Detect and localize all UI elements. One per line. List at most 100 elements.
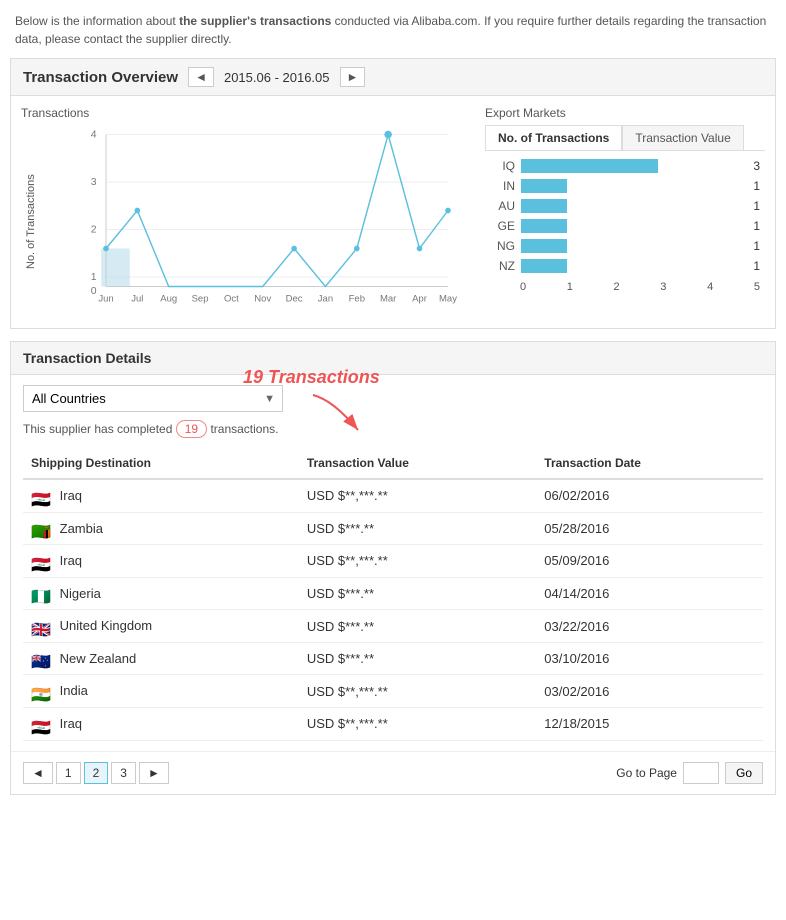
table-row: 🇮🇳 India USD $**,***.** 03/02/2016 [23, 675, 763, 708]
country-select[interactable]: All Countries Iraq Zambia Nigeria United… [23, 385, 283, 412]
country-name-2: Iraq [60, 553, 82, 568]
flag-icon-2: 🇮🇶 [31, 555, 51, 569]
transaction-overview-box: Transaction Overview ◄ 2015.06 - 2016.05… [10, 58, 776, 329]
flag-icon-5: 🇳🇿 [31, 652, 51, 666]
charts-row: Transactions No. of Transactions 4 3 2 [11, 96, 775, 328]
table-header-row: Shipping Destination Transaction Value T… [23, 448, 763, 479]
export-markets-label: Export Markets [485, 106, 765, 120]
bar-label-ge: GE [490, 219, 515, 233]
bar-value-ng: 1 [753, 239, 760, 253]
bar-track-ng [521, 239, 749, 253]
cell-value-4: USD $***.** [299, 610, 536, 643]
bar-label-in: IN [490, 179, 515, 193]
flag-icon-4: 🇬🇧 [31, 620, 51, 634]
bar-fill-nz [521, 259, 567, 273]
flag-icon-0: 🇮🇶 [31, 490, 51, 504]
svg-text:2: 2 [91, 224, 97, 235]
table-body: 🇮🇶 Iraq USD $**,***.** 06/02/2016 🇿🇲 Zam… [23, 479, 763, 740]
annotation-text: 19 Transactions [243, 367, 380, 388]
tab-no-transactions[interactable]: No. of Transactions [485, 125, 622, 150]
bar-value-ge: 1 [753, 219, 760, 233]
svg-text:Jun: Jun [98, 294, 113, 305]
details-header: Transaction Details [11, 342, 775, 375]
bar-row-in: IN 1 [490, 179, 760, 193]
cell-country-2: 🇮🇶 Iraq [23, 545, 299, 578]
bar-row-au: AU 1 [490, 199, 760, 213]
svg-text:Sep: Sep [192, 294, 209, 305]
svg-text:Nov: Nov [254, 294, 271, 305]
flag-icon-6: 🇮🇳 [31, 685, 51, 699]
table-row: 🇿🇲 Zambia USD $***.** 05/28/2016 [23, 512, 763, 545]
prev-date-btn[interactable]: ◄ [188, 67, 214, 87]
cell-value-5: USD $***.** [299, 642, 536, 675]
country-name-4: United Kingdom [60, 618, 153, 633]
next-date-btn[interactable]: ► [340, 67, 366, 87]
bar-row-nz: NZ 1 [490, 259, 760, 273]
svg-text:3: 3 [91, 177, 97, 188]
bar-label-ng: NG [490, 239, 515, 253]
bar-track-nz [521, 259, 749, 273]
bar-track-ge [521, 219, 749, 233]
table-row: 🇬🇧 United Kingdom USD $***.** 03/22/2016 [23, 610, 763, 643]
bar-value-nz: 1 [753, 259, 760, 273]
bar-value-in: 1 [753, 179, 760, 193]
page-btn-2[interactable]: 2 [84, 762, 109, 784]
details-title: Transaction Details [23, 350, 151, 366]
svg-text:Mar: Mar [380, 294, 396, 305]
page-btn-3[interactable]: 3 [111, 762, 136, 784]
goto-input[interactable] [683, 762, 719, 784]
completed-text-after: transactions. [207, 422, 278, 436]
country-name-6: India [60, 683, 88, 698]
bar-row-ge: GE 1 [490, 219, 760, 233]
next-page-btn[interactable]: ► [139, 762, 169, 784]
details-body: 19 Transactions All Countries Iraq Zambi… [11, 375, 775, 751]
page-buttons: ◄ 1 2 3 ► [23, 762, 169, 784]
filter-row: All Countries Iraq Zambia Nigeria United… [23, 385, 763, 412]
overview-title: Transaction Overview [23, 69, 178, 86]
country-name-3: Nigeria [60, 586, 101, 601]
cell-date-3: 04/14/2016 [536, 577, 763, 610]
completed-count-badge: 19 [176, 420, 207, 438]
svg-text:Oct: Oct [224, 294, 239, 305]
cell-date-2: 05/09/2016 [536, 545, 763, 578]
col-date: Transaction Date [536, 448, 763, 479]
chart-label: Transactions [21, 106, 475, 120]
y-axis-label: No. of Transactions [21, 125, 41, 318]
top-info: Below is the information about the suppl… [0, 0, 786, 58]
goto-page: Go to Page Go [616, 762, 763, 784]
bar-label-au: AU [490, 199, 515, 213]
svg-text:Apr: Apr [412, 294, 427, 305]
col-value: Transaction Value [299, 448, 536, 479]
cell-date-0: 06/02/2016 [536, 479, 763, 512]
cell-country-1: 🇿🇲 Zambia [23, 512, 299, 545]
cell-country-7: 🇮🇶 Iraq [23, 707, 299, 740]
svg-text:Jul: Jul [131, 294, 143, 305]
page-btn-1[interactable]: 1 [56, 762, 81, 784]
bar-fill-ge [521, 219, 567, 233]
completed-count: 19 [185, 422, 198, 436]
bar-value-au: 1 [753, 199, 760, 213]
cell-date-6: 03/02/2016 [536, 675, 763, 708]
cell-value-6: USD $**,***.** [299, 675, 536, 708]
bar-value-iq: 3 [753, 159, 760, 173]
bar-label-nz: NZ [490, 259, 515, 273]
cell-date-7: 12/18/2015 [536, 707, 763, 740]
transactions-chart: Transactions No. of Transactions 4 3 2 [21, 106, 475, 318]
cell-date-1: 05/28/2016 [536, 512, 763, 545]
cell-value-1: USD $***.** [299, 512, 536, 545]
line-chart-svg: 4 3 2 1 0 [41, 125, 475, 315]
cell-country-5: 🇳🇿 New Zealand [23, 642, 299, 675]
x-axis-labels: 0 1 2 3 4 5 [490, 279, 760, 293]
prev-page-btn[interactable]: ◄ [23, 762, 53, 784]
tab-transaction-value[interactable]: Transaction Value [622, 125, 743, 150]
svg-text:Feb: Feb [349, 294, 365, 305]
pagination-bar: ◄ 1 2 3 ► Go to Page Go [11, 751, 775, 794]
goto-btn[interactable]: Go [725, 762, 763, 784]
cell-value-2: USD $**,***.** [299, 545, 536, 578]
cell-country-0: 🇮🇶 Iraq [23, 479, 299, 512]
table-row: 🇳🇬 Nigeria USD $***.** 04/14/2016 [23, 577, 763, 610]
cell-country-4: 🇬🇧 United Kingdom [23, 610, 299, 643]
date-range: 2015.06 - 2016.05 [224, 70, 330, 85]
bar-track-in [521, 179, 749, 193]
bar-row-iq: IQ 3 [490, 159, 760, 173]
